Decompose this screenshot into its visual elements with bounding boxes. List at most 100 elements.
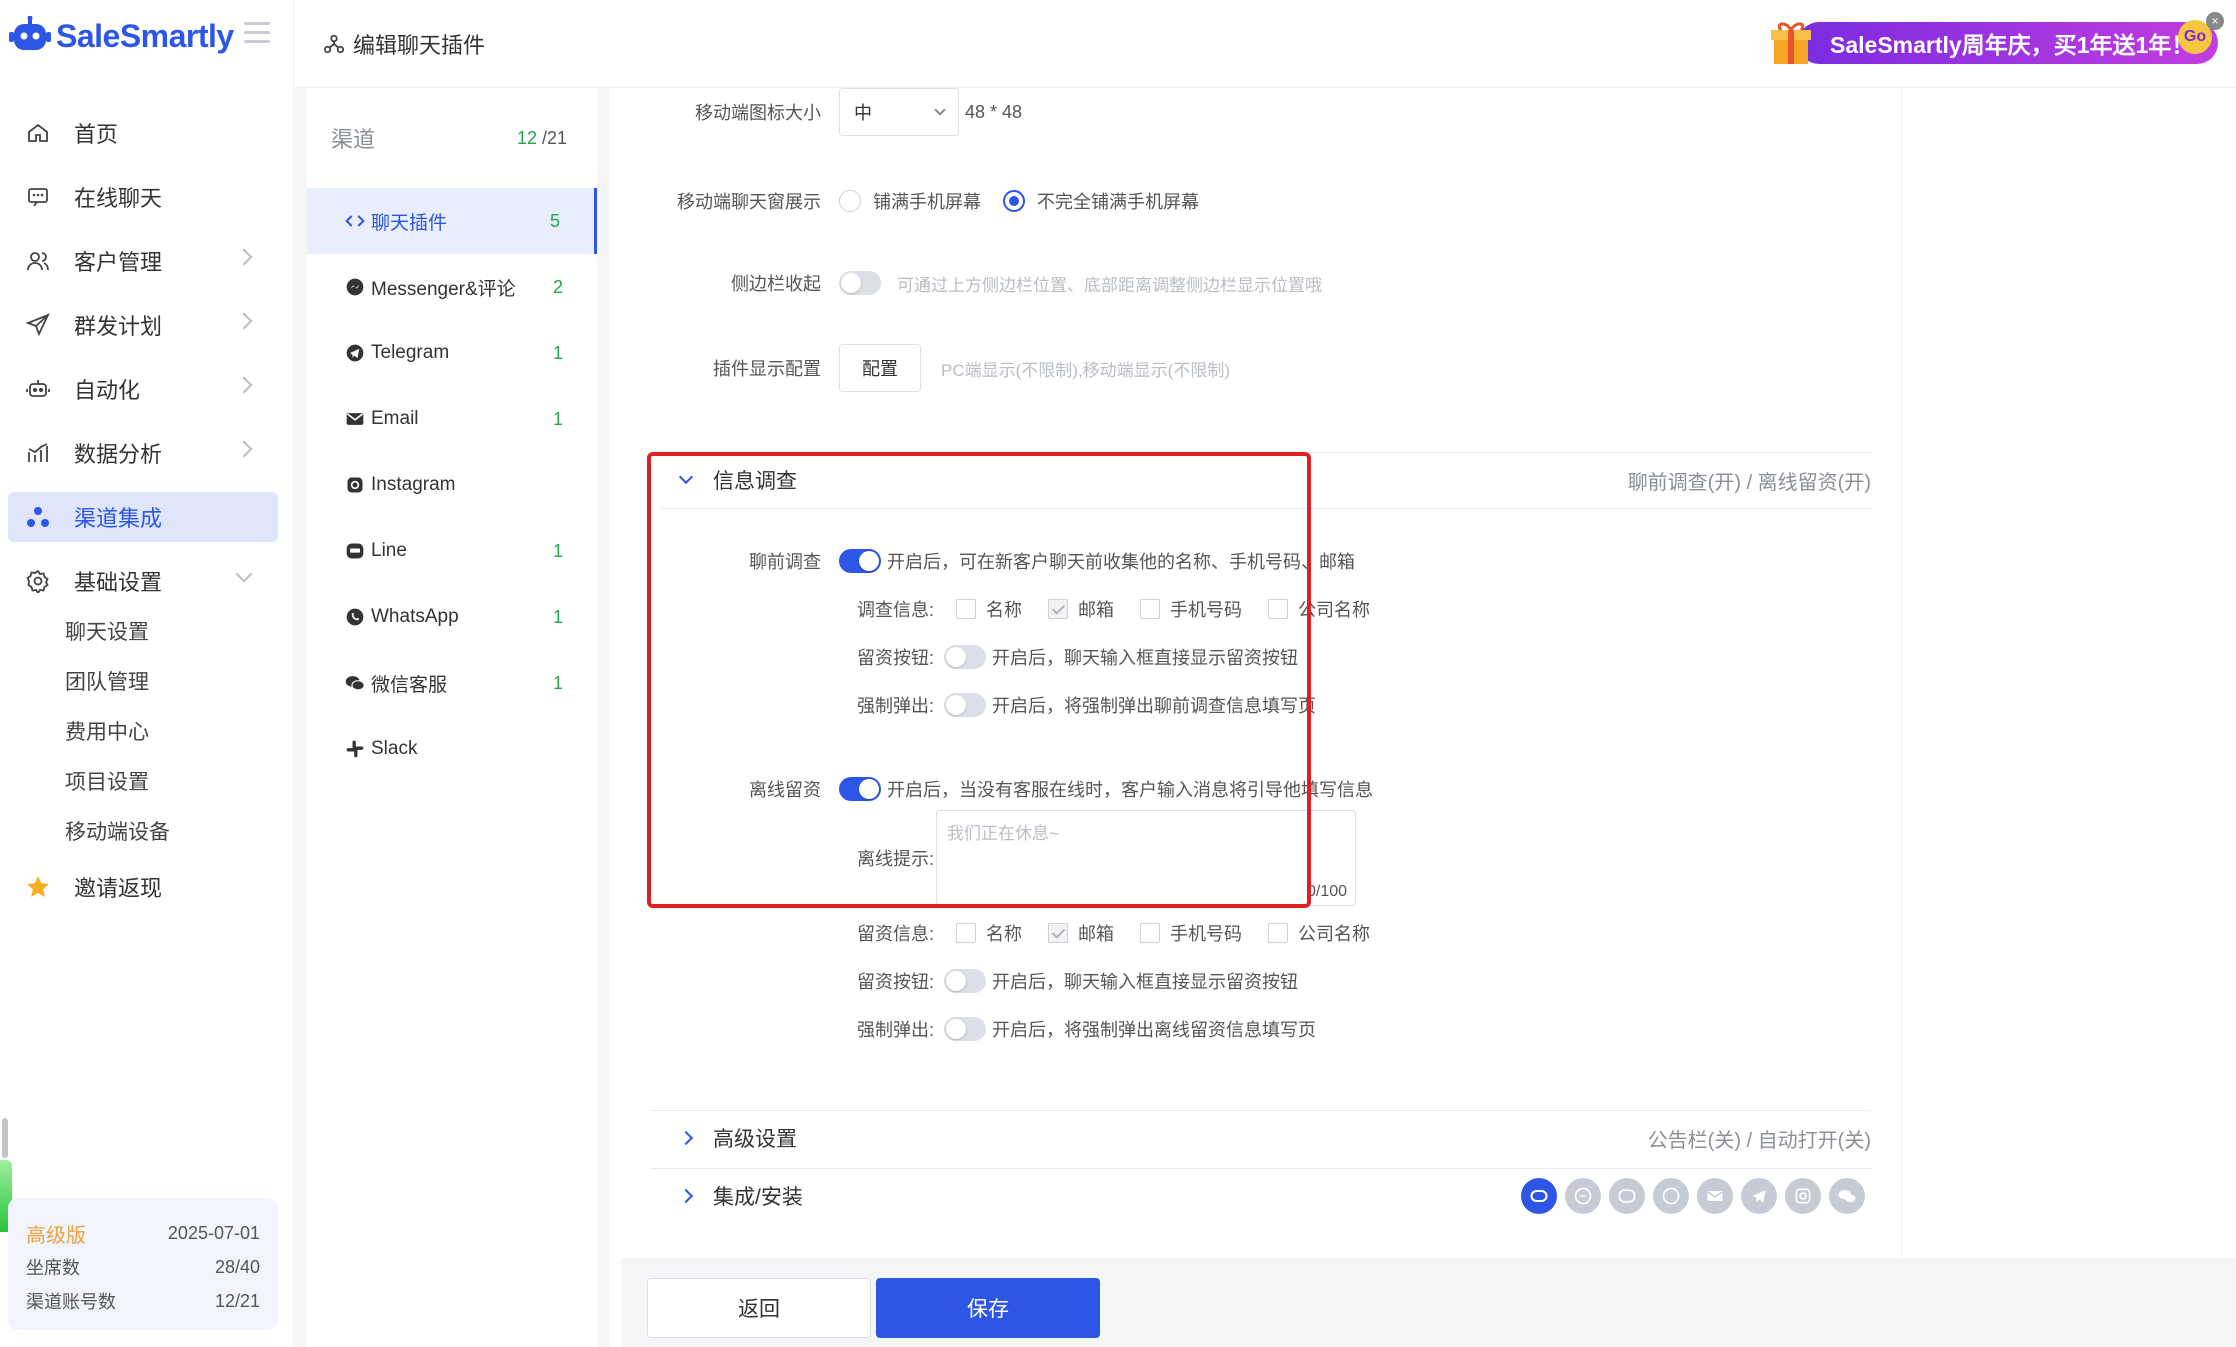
sub-nav-mobile[interactable]: 移动端设备	[8, 806, 278, 856]
nav-label: 渠道集成	[74, 506, 163, 531]
close-icon[interactable]: ×	[2206, 12, 2224, 30]
offline-force-popup-toggle[interactable]	[944, 1017, 987, 1041]
chevron-right-icon	[678, 1188, 694, 1204]
plan-card[interactable]: 高级版 2025-07-01 坐席数 28/40 渠道账号数 12/21	[8, 1198, 278, 1330]
nav-item-customers[interactable]: 客户管理	[8, 236, 278, 286]
channel-item-line[interactable]: Line 1	[307, 518, 597, 584]
channel-item-whatsapp[interactable]: WhatsApp 1	[307, 584, 597, 650]
line-icon	[345, 541, 365, 561]
channel-count: 12 /21	[516, 127, 567, 148]
checkbox-company[interactable]	[1268, 923, 1289, 943]
chat-icon	[24, 183, 52, 211]
nav-item-settings[interactable]: 基础设置	[8, 556, 278, 606]
accounts-label: 渠道账号数	[26, 1292, 116, 1312]
telegram-icon	[345, 343, 365, 363]
sub-nav-chat-settings[interactable]: 聊天设置	[8, 606, 278, 656]
radio-partial[interactable]	[1003, 190, 1025, 212]
offline-leave-button-toggle[interactable]	[944, 969, 987, 993]
users-icon	[24, 247, 52, 275]
section-advanced-header[interactable]: 高级设置 公告栏(关) / 自动打开(关)	[651, 1110, 1871, 1166]
back-button[interactable]: 返回	[647, 1278, 871, 1338]
nav-item-broadcast[interactable]: 群发计划	[8, 300, 278, 350]
channel-count: 1	[552, 342, 563, 363]
channel-label: Email	[371, 408, 419, 429]
telegram-icon[interactable]	[1741, 1178, 1777, 1214]
chevron-right-icon	[235, 440, 253, 458]
sidebar-collapse-toggle[interactable]	[839, 271, 881, 295]
config-button[interactable]: 配置	[839, 344, 921, 392]
chat-plugin-icon[interactable]	[1521, 1178, 1557, 1214]
mobile-icon-size-select[interactable]: 中	[839, 88, 959, 136]
robot-icon	[24, 375, 52, 403]
offline-fields-row: 留资信息: 名称 邮箱 手机号码 公司名称	[857, 918, 1384, 948]
channel-item-chat-plugin[interactable]: 聊天插件 5	[307, 188, 597, 254]
nav-item-automation[interactable]: 自动化	[8, 364, 278, 414]
char-count: 0/100	[1306, 883, 1348, 900]
plugin-display-row: 插件显示配置 配置 PC端显示(不限制),移动端显示(不限制)	[621, 344, 1230, 392]
nav-item-invite[interactable]: 邀请返现	[8, 862, 278, 912]
offline-force-popup-row: 强制弹出: 开启后，将强制弹出离线留资信息填写页	[857, 1014, 1316, 1044]
logo[interactable]: SaleSmartly	[8, 14, 234, 58]
checkbox-name[interactable]	[956, 923, 977, 943]
channel-count: 5	[549, 210, 560, 231]
radio-label: 铺满手机屏幕	[873, 192, 981, 212]
save-button[interactable]: 保存	[876, 1278, 1100, 1338]
channel-label: Slack	[371, 738, 418, 759]
wechat-icon[interactable]	[1829, 1178, 1865, 1214]
line-icon[interactable]	[1609, 1178, 1645, 1214]
field-label: 移动端图标大小	[695, 103, 821, 123]
channel-list-header: 渠道 12 /21	[307, 88, 597, 188]
channel-label: Messenger&评论	[371, 278, 516, 300]
top-header: 编辑聊天插件 SaleSmartly周年庆，买1年送1年！ Go ×	[295, 0, 2236, 88]
promo-banner[interactable]: SaleSmartly周年庆，买1年送1年！ Go ×	[1758, 12, 2224, 68]
page-title: 编辑聊天插件	[353, 33, 486, 58]
chevron-right-icon	[235, 312, 253, 330]
checkbox-phone[interactable]	[1140, 923, 1161, 943]
instagram-icon[interactable]	[1785, 1178, 1821, 1214]
sub-nav-project[interactable]: 项目设置	[8, 756, 278, 806]
nav-item-chat[interactable]: 在线聊天	[8, 172, 278, 222]
section-title: 集成/安装	[713, 1186, 803, 1209]
icon-size-dimension: 48 * 48	[965, 101, 1023, 122]
nav-label: 自动化	[74, 378, 141, 403]
chevron-right-icon	[235, 248, 253, 266]
mobile-icon-size-row: 移动端图标大小 中 48 * 48	[621, 88, 1022, 136]
channel-item-telegram[interactable]: Telegram 1	[307, 320, 597, 386]
channel-count: 2	[552, 276, 563, 297]
whatsapp-icon[interactable]	[1653, 1178, 1689, 1214]
channel-item-wechat[interactable]: 微信客服 1	[307, 650, 597, 716]
sub-label: 留资按钮:	[857, 972, 935, 992]
messenger-icon[interactable]	[1565, 1178, 1601, 1214]
section-title: 高级设置	[713, 1128, 797, 1151]
brand-name: SaleSmartly	[56, 17, 234, 54]
field-label: 侧边栏收起	[731, 274, 821, 294]
promo-text: SaleSmartly周年庆，买1年送1年！	[1830, 32, 2195, 58]
channel-item-slack[interactable]: Slack	[307, 716, 597, 782]
scroll-handle[interactable]	[2, 1118, 8, 1158]
sub-nav-team[interactable]: 团队管理	[8, 656, 278, 706]
mail-icon	[345, 409, 365, 429]
plan-name: 高级版	[26, 1224, 86, 1247]
settings-card: 移动端图标大小 中 48 * 48 移动端聊天窗展示 铺满手机屏幕 不完全铺满手…	[621, 88, 1901, 1258]
channel-item-email[interactable]: Email 1	[307, 386, 597, 452]
star-icon	[24, 873, 52, 901]
nav-label: 数据分析	[74, 442, 163, 467]
field-label: 移动端聊天窗展示	[677, 192, 821, 212]
mobile-window-row: 移动端聊天窗展示 铺满手机屏幕 不完全铺满手机屏幕	[621, 186, 1199, 216]
channel-item-instagram[interactable]: Instagram	[307, 452, 597, 518]
right-panel	[1901, 88, 2236, 1258]
nav-item-channels[interactable]: 渠道集成	[8, 492, 278, 542]
nav-item-home[interactable]: 首页	[8, 108, 278, 158]
channel-label: 聊天插件	[371, 212, 448, 234]
menu-toggle-icon[interactable]	[244, 22, 270, 44]
chevron-right-icon	[235, 376, 253, 394]
mail-icon[interactable]	[1697, 1178, 1733, 1214]
field-label: 插件显示配置	[713, 359, 821, 379]
nav-item-analytics[interactable]: 数据分析	[8, 428, 278, 478]
channel-item-messenger[interactable]: Messenger&评论 2	[307, 254, 597, 320]
nav-label: 在线聊天	[74, 186, 163, 211]
checkbox-email[interactable]	[1048, 923, 1069, 943]
sub-nav-billing[interactable]: 费用中心	[8, 706, 278, 756]
plan-date: 2025-07-01	[167, 1222, 260, 1243]
radio-fullscreen[interactable]	[839, 190, 861, 212]
